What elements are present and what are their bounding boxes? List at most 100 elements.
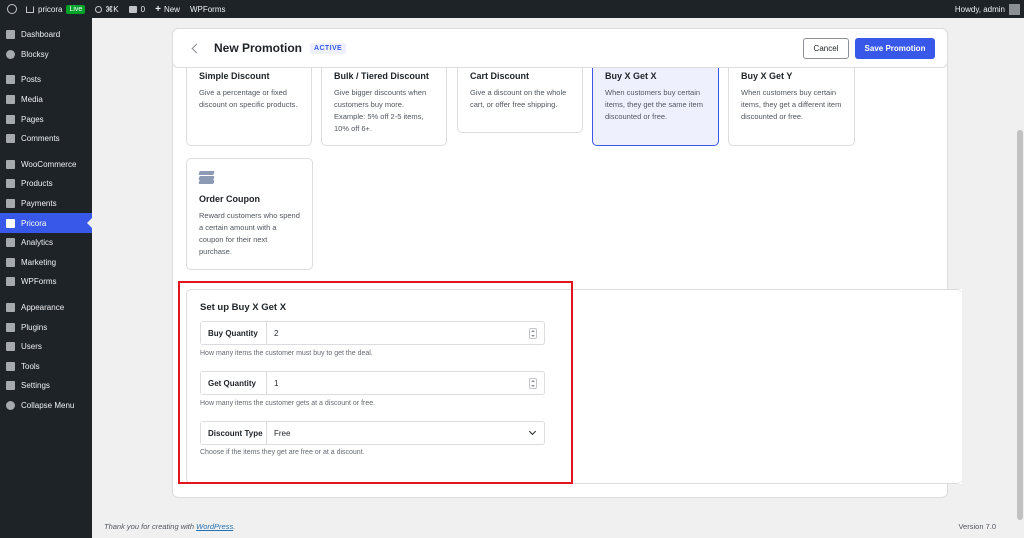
- promo-type-buy-x-get-x[interactable]: Buy X Get X When customers buy certain i…: [592, 58, 719, 146]
- new-content-link[interactable]: + New: [150, 0, 185, 18]
- blocksy-icon: [6, 49, 15, 59]
- account-menu[interactable]: Howdy, admin: [955, 0, 1024, 18]
- sidebar-item-products[interactable]: Products: [0, 174, 92, 194]
- cancel-button[interactable]: Cancel: [803, 38, 849, 59]
- discount-type-value[interactable]: Free: [267, 429, 530, 438]
- card-title: Buy X Get X: [605, 71, 657, 81]
- sidebar-item-label: Blocksy: [21, 49, 49, 59]
- page-title: New Promotion: [214, 41, 303, 55]
- sidebar-item-marketing[interactable]: Marketing: [0, 253, 92, 273]
- sidebar-item-label: Payments: [21, 199, 57, 209]
- sidebar-item-media[interactable]: Media: [0, 90, 92, 110]
- archive-icon: [6, 179, 15, 189]
- pricora-icon: [6, 218, 15, 228]
- discount-type-help: Choose if the items they get are free or…: [200, 449, 365, 456]
- discount-type-label: Discount Type: [201, 422, 267, 444]
- new-label: New: [163, 4, 180, 14]
- sidebar-item-pricora[interactable]: Pricora: [0, 213, 92, 233]
- sidebar-item-label: WPForms: [21, 277, 57, 287]
- sidebar-item-label: Tools: [21, 361, 40, 371]
- wordpress-link[interactable]: WordPress: [196, 522, 233, 531]
- wordpress-logo-icon[interactable]: [3, 0, 21, 18]
- brush-icon: [6, 303, 15, 313]
- search-icon: [95, 5, 103, 13]
- status-badge: ACTIVE: [310, 42, 347, 54]
- promo-type-bulk-tiered-discount[interactable]: Bulk / Tiered Discount Give bigger disco…: [321, 58, 447, 146]
- promotion-header: New Promotion ACTIVE Cancel Save Promoti…: [172, 28, 948, 68]
- settings-icon: [6, 381, 15, 391]
- shortcut-label: ⌘K: [105, 4, 119, 14]
- sidebar-item-label: Users: [21, 342, 42, 352]
- chevron-down-icon[interactable]: [528, 427, 537, 436]
- sidebar-item-collapse-menu[interactable]: Collapse Menu: [0, 396, 92, 416]
- card-description: Give bigger discounts when customers buy…: [334, 88, 427, 133]
- sidebar-item-label: Appearance: [21, 303, 65, 313]
- card-description: When customers buy certain items, they g…: [741, 88, 842, 121]
- card-description: Reward customers who spend a certain amo…: [199, 211, 300, 256]
- sidebar-item-label: WooCommerce: [21, 159, 77, 169]
- card-description: Give a percentage or fixed discount on s…: [199, 88, 298, 109]
- form-icon: [6, 277, 15, 287]
- sidebar-item-label: Media: [21, 95, 43, 105]
- back-chevron-icon[interactable]: [191, 43, 202, 53]
- buy-quantity-input[interactable]: 2: [267, 329, 529, 338]
- save-promotion-button[interactable]: Save Promotion: [855, 38, 935, 59]
- comment-icon: [6, 134, 15, 144]
- get-quantity-field[interactable]: Get Quantity 1: [200, 371, 545, 395]
- site-name-link[interactable]: pricora Live: [21, 0, 90, 18]
- sidebar-item-tools[interactable]: Tools: [0, 357, 92, 377]
- sidebar-item-label: Pages: [21, 114, 44, 124]
- home-icon: [26, 5, 34, 13]
- sidebar-item-label: Posts: [21, 75, 42, 85]
- page-scrollbar-thumb[interactable]: [1017, 130, 1023, 520]
- sidebar-item-pages[interactable]: Pages: [0, 109, 92, 129]
- wpforms-link[interactable]: WPForms: [185, 0, 231, 18]
- sidebar-item-dashboard[interactable]: Dashboard: [0, 25, 92, 45]
- sidebar-item-comments[interactable]: Comments: [0, 129, 92, 149]
- sidebar-item-label: Plugins: [21, 322, 48, 332]
- command-palette-button[interactable]: ⌘K: [90, 0, 123, 18]
- sidebar-item-label: Collapse Menu: [21, 400, 75, 410]
- sidebar-item-plugins[interactable]: Plugins: [0, 317, 92, 337]
- get-quantity-input[interactable]: 1: [267, 379, 529, 388]
- avatar: [1009, 3, 1020, 15]
- sidebar-item-label: Pricora: [21, 218, 47, 228]
- footer-thanks-suffix: .: [233, 522, 236, 531]
- howdy-text: Howdy, admin: [954, 4, 1005, 14]
- admin-bar: pricora Live ⌘K 0 + New WPForms Howdy, a…: [0, 0, 1024, 18]
- promo-type-buy-x-get-y[interactable]: Buy X Get Y When customers buy certain i…: [728, 58, 855, 146]
- collapse-icon: [6, 400, 15, 410]
- sidebar-item-woocommerce[interactable]: WooCommerce: [0, 155, 92, 175]
- megaphone-icon: [6, 257, 15, 267]
- sidebar-item-posts[interactable]: Posts: [0, 70, 92, 90]
- sidebar-item-wpforms[interactable]: WPForms: [0, 272, 92, 292]
- number-spinner-icon[interactable]: [529, 377, 537, 389]
- plug-icon: [6, 322, 15, 332]
- chart-bar-icon: [6, 238, 15, 248]
- promo-type-cart-discount[interactable]: Cart Discount Give a discount on the who…: [457, 58, 583, 133]
- promo-type-simple-discount[interactable]: Simple Discount Give a percentage or fix…: [186, 58, 312, 146]
- wrench-icon: [6, 361, 15, 371]
- sidebar-item-label: Settings: [21, 381, 50, 391]
- user-icon: [6, 342, 15, 352]
- setup-title: Set up Buy X Get X: [200, 302, 287, 313]
- sidebar-item-label: Marketing: [21, 257, 57, 267]
- sidebar-item-settings[interactable]: Settings: [0, 376, 92, 396]
- discount-type-select[interactable]: Discount Type Free: [200, 421, 545, 445]
- sidebar-item-payments[interactable]: Payments: [0, 194, 92, 214]
- sidebar-item-users[interactable]: Users: [0, 337, 92, 357]
- site-name: pricora: [38, 4, 63, 14]
- sidebar-item-blocksy[interactable]: Blocksy: [0, 45, 92, 65]
- sidebar-item-label: Comments: [21, 134, 60, 144]
- sidebar-item-appearance[interactable]: Appearance: [0, 298, 92, 318]
- sidebar-item-analytics[interactable]: Analytics: [0, 233, 92, 253]
- pin-icon: [6, 75, 15, 85]
- buy-quantity-help: How many items the customer must buy to …: [200, 350, 373, 357]
- buy-quantity-field[interactable]: Buy Quantity 2: [200, 321, 545, 345]
- get-quantity-help: How many items the customer gets at a di…: [200, 400, 376, 407]
- card-title: Bulk / Tiered Discount: [334, 71, 429, 81]
- promo-type-order-coupon[interactable]: Order Coupon Reward customers who spend …: [186, 158, 313, 270]
- number-spinner-icon[interactable]: [529, 327, 537, 339]
- sidebar-item-label: Analytics: [21, 238, 54, 248]
- comments-link[interactable]: 0: [124, 0, 150, 18]
